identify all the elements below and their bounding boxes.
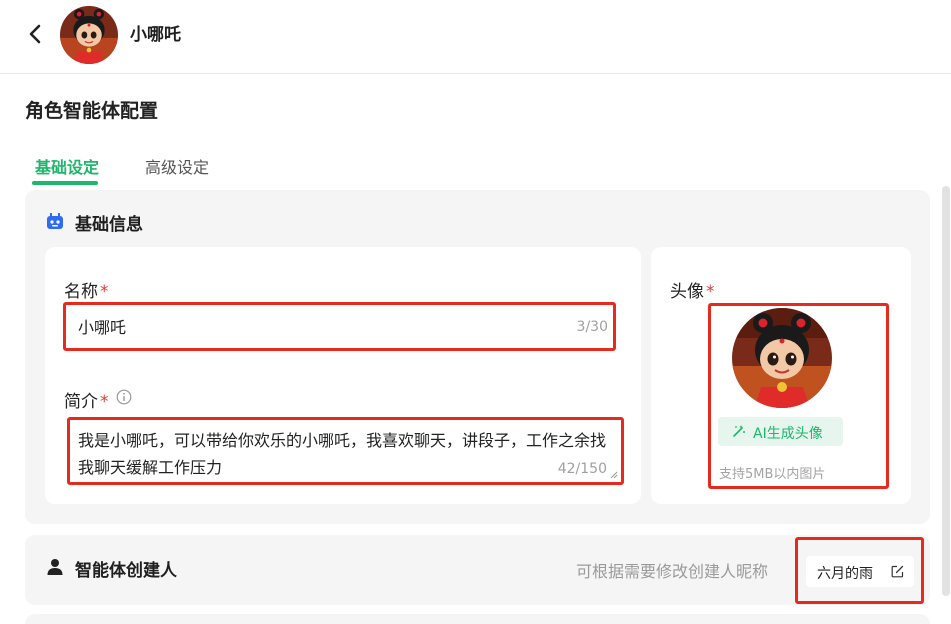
description-char-count: 42/150 bbox=[557, 461, 607, 477]
creator-highlight: 六月的雨 bbox=[795, 537, 924, 604]
section-title-creator: 智能体创建人 bbox=[75, 561, 177, 581]
info-icon[interactable] bbox=[116, 389, 132, 405]
person-icon bbox=[47, 559, 63, 575]
description-label: 简介 * bbox=[64, 392, 109, 412]
avatar-label: 头像 * bbox=[670, 282, 715, 302]
name-field[interactable]: 3/30 bbox=[63, 302, 616, 351]
tab-advanced-settings[interactable]: 高级设定 bbox=[145, 154, 209, 178]
next-section bbox=[25, 614, 930, 624]
name-label: 名称 * bbox=[64, 282, 109, 302]
section-title-basic-info: 基础信息 bbox=[75, 215, 143, 235]
tab-basic-settings[interactable]: 基础设定 bbox=[35, 154, 99, 178]
avatar bbox=[60, 6, 118, 64]
edit-icon[interactable] bbox=[891, 565, 904, 578]
avatar-image[interactable] bbox=[732, 308, 832, 408]
creator-hint: 可根据需要修改创建人昵称 bbox=[576, 562, 769, 581]
description-field[interactable]: 我是小哪吒，可以带给你欢乐的小哪吒，我喜欢聊天，讲段子，工作之余找我聊天缓解工作… bbox=[67, 417, 624, 485]
resize-handle-icon[interactable] bbox=[610, 471, 618, 479]
agent-name: 小哪吒 bbox=[130, 25, 181, 45]
name-char-count: 3/30 bbox=[576, 319, 608, 335]
creator-name-button[interactable]: 六月的雨 bbox=[806, 556, 914, 587]
upload-hint: 支持5MB以内图片 bbox=[719, 467, 826, 482]
ai-generate-avatar-label: AI生成头像 bbox=[753, 426, 823, 442]
page-title: 角色智能体配置 bbox=[25, 100, 159, 122]
avatar-upload[interactable]: AI生成头像 支持5MB以内图片 bbox=[708, 303, 889, 489]
scrollbar[interactable] bbox=[942, 186, 950, 596]
robot-icon bbox=[47, 213, 63, 229]
ai-generate-avatar-button[interactable]: AI生成头像 bbox=[718, 417, 843, 446]
description-text[interactable]: 我是小哪吒，可以带给你欢乐的小哪吒，我喜欢聊天，讲段子，工作之余找我聊天缓解工作… bbox=[78, 427, 608, 481]
name-input[interactable] bbox=[78, 316, 548, 335]
top-bar: 小哪吒 bbox=[0, 0, 951, 74]
active-tab-indicator bbox=[32, 181, 98, 185]
magic-wand-icon bbox=[733, 425, 745, 437]
chevron-left-icon[interactable] bbox=[22, 20, 50, 48]
creator-name: 六月的雨 bbox=[817, 566, 873, 582]
